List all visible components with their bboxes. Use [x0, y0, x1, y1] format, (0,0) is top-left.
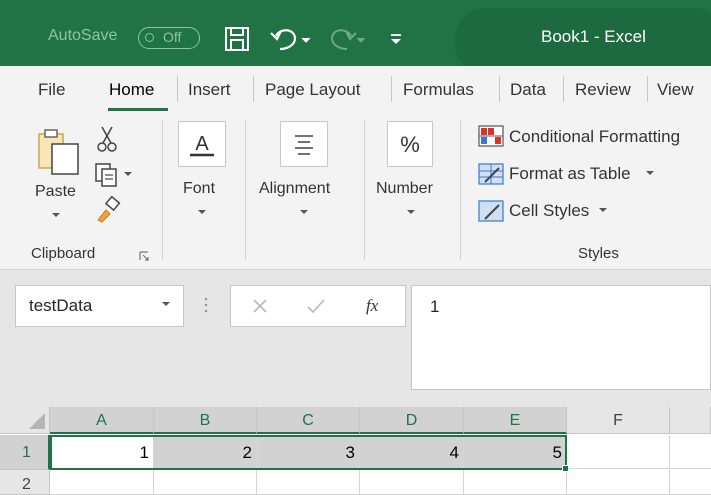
format-painter-icon[interactable]	[94, 196, 124, 224]
paste-label[interactable]: Paste	[35, 183, 76, 201]
select-all-icon	[29, 413, 45, 429]
styles-group-label: Styles	[578, 245, 619, 262]
tab-divider	[391, 76, 392, 102]
cell-styles-dropdown-icon[interactable]	[599, 208, 607, 212]
autosave-state: Off	[163, 29, 182, 45]
enter-checkmark-icon[interactable]	[305, 296, 327, 316]
redo-icon[interactable]	[324, 24, 372, 54]
fill-handle[interactable]	[562, 465, 569, 472]
column-header-f[interactable]: F	[567, 407, 670, 434]
ribbon-group-divider	[162, 120, 163, 260]
column-header-g[interactable]	[670, 407, 711, 434]
autosave-toggle[interactable]: Off	[138, 27, 200, 49]
format-as-table-icon	[478, 163, 504, 185]
paste-icon[interactable]	[36, 126, 82, 176]
formula-value: 1	[430, 297, 440, 316]
resize-handle-icon[interactable]	[202, 294, 210, 316]
number-label[interactable]: Number	[376, 180, 433, 198]
tab-review[interactable]: Review	[575, 80, 631, 100]
font-dropdown-icon[interactable]	[198, 210, 206, 214]
formula-input[interactable]	[411, 285, 711, 390]
ribbon-group-divider	[460, 120, 461, 260]
format-as-table-button[interactable]: Format as Table	[509, 164, 631, 184]
tab-divider	[253, 76, 254, 102]
cell-c2[interactable]	[257, 470, 360, 495]
toggle-knob	[145, 33, 154, 42]
ribbon-group-divider	[245, 120, 246, 260]
column-header-e[interactable]: E	[464, 407, 567, 434]
tab-formulas[interactable]: Formulas	[403, 80, 474, 100]
save-icon[interactable]	[222, 24, 252, 54]
tab-view[interactable]: View	[657, 80, 694, 100]
tab-divider	[647, 76, 648, 102]
tab-data[interactable]: Data	[510, 80, 546, 100]
cell-styles-icon	[478, 200, 504, 222]
name-box-dropdown-icon[interactable]	[162, 302, 170, 306]
dialog-launcher-icon[interactable]	[138, 250, 150, 262]
svg-text:A: A	[195, 133, 209, 155]
cell-b1[interactable]: 2	[154, 436, 257, 469]
column-header-a[interactable]: A	[50, 407, 154, 434]
format-as-table-dropdown-icon[interactable]	[646, 171, 654, 175]
cancel-icon[interactable]	[250, 296, 270, 316]
copy-icon[interactable]	[94, 162, 140, 188]
column-header-c[interactable]: C	[257, 407, 360, 434]
paste-dropdown-icon[interactable]	[52, 213, 60, 217]
tab-page-layout[interactable]: Page Layout	[265, 80, 360, 100]
column-header-d[interactable]: D	[360, 407, 464, 434]
undo-icon[interactable]	[268, 24, 316, 54]
conditional-formatting-button[interactable]: Conditional Formatting	[509, 127, 680, 147]
cell-d1[interactable]: 4	[360, 436, 464, 469]
align-center-icon	[295, 135, 313, 155]
window-title: Book1 - Excel	[541, 27, 646, 46]
svg-text:%: %	[400, 132, 420, 157]
cell-e2[interactable]	[464, 470, 567, 495]
cell-a1[interactable]: 1	[50, 436, 154, 469]
cell-b2[interactable]	[154, 470, 257, 495]
clipboard-group-label: Clipboard	[31, 245, 96, 262]
row-header-1[interactable]: 1	[0, 435, 50, 470]
customize-quick-access-icon[interactable]	[386, 24, 406, 54]
insert-function-button[interactable]: fx	[366, 296, 378, 316]
alignment-dropdown-icon[interactable]	[300, 210, 308, 214]
ribbon-group-divider	[364, 120, 365, 260]
tab-divider	[499, 76, 500, 102]
name-box-value: testData	[29, 296, 93, 315]
autosave-label: AutoSave	[48, 27, 118, 44]
tab-insert[interactable]: Insert	[188, 80, 231, 100]
cut-icon[interactable]	[94, 125, 120, 153]
cell-g1[interactable]	[670, 436, 711, 469]
active-tab-indicator	[108, 108, 168, 111]
percent-icon: %	[400, 132, 420, 157]
font-label[interactable]: Font	[183, 180, 215, 198]
number-dropdown-icon[interactable]	[407, 210, 415, 214]
tab-home[interactable]: Home	[109, 80, 154, 100]
conditional-formatting-icon	[478, 125, 504, 147]
cell-g2[interactable]	[670, 470, 711, 495]
cell-d2[interactable]	[360, 470, 464, 495]
cell-a2[interactable]	[50, 470, 154, 495]
row-header-2[interactable]: 2	[0, 470, 50, 495]
alignment-label[interactable]: Alignment	[259, 180, 330, 198]
tab-file[interactable]: File	[38, 80, 65, 100]
cell-f2[interactable]	[567, 470, 670, 495]
font-icon: A	[190, 133, 214, 157]
cell-f1[interactable]	[567, 436, 670, 469]
cell-c1[interactable]: 3	[257, 436, 360, 469]
column-header-b[interactable]: B	[154, 407, 257, 434]
tab-divider	[177, 76, 178, 102]
tab-divider	[563, 76, 564, 102]
cell-styles-button[interactable]: Cell Styles	[509, 201, 589, 221]
cell-e1[interactable]: 5	[464, 436, 567, 469]
